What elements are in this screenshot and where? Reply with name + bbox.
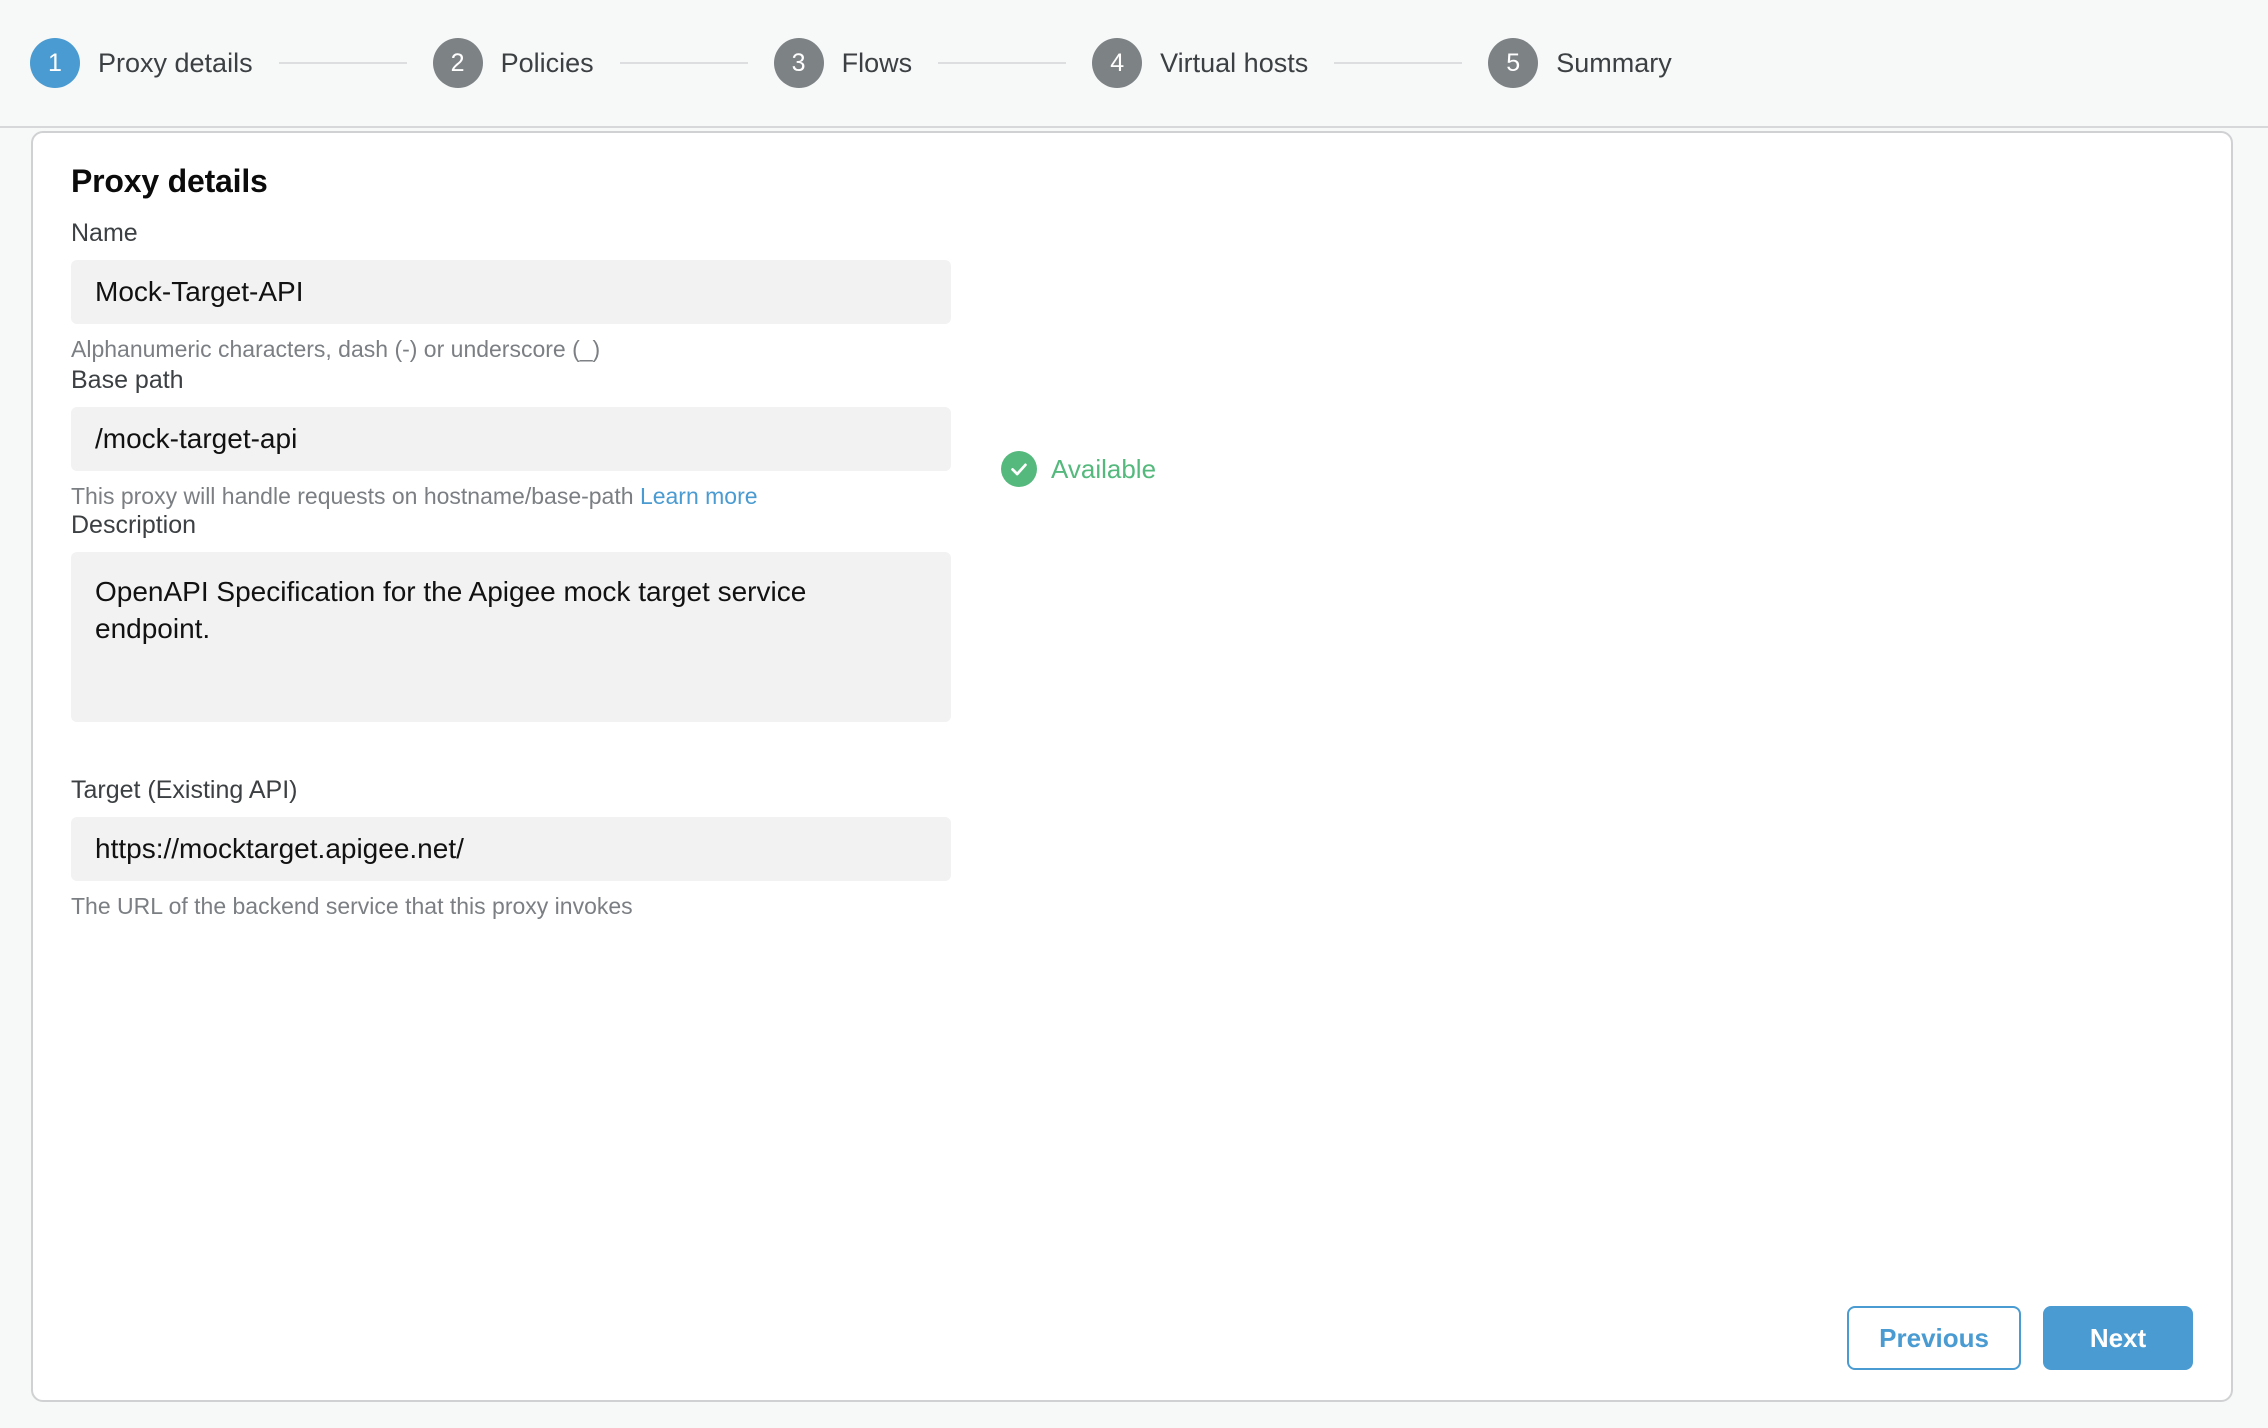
learn-more-link[interactable]: Learn more (640, 483, 758, 509)
step-label: Summary (1556, 47, 1672, 78)
step-summary[interactable]: 5 Summary (1488, 38, 1672, 88)
step-proxy-details[interactable]: 1 Proxy details (30, 38, 253, 88)
step-connector (938, 62, 1067, 64)
step-number-badge: 5 (1488, 38, 1539, 88)
step-policies[interactable]: 2 Policies (432, 38, 594, 88)
step-virtual-hosts[interactable]: 4 Virtual hosts (1092, 38, 1308, 88)
name-availability-status: Available (1001, 451, 1156, 487)
field-label-target: Target (Existing API) (71, 776, 298, 804)
field-hint-base-path: This proxy will handle requests on hostn… (71, 483, 951, 510)
field-description: Description (71, 511, 951, 722)
step-flows[interactable]: 3 Flows (773, 38, 913, 88)
field-hint-target: The URL of the backend service that this… (71, 893, 633, 919)
name-input[interactable] (71, 260, 951, 324)
step-number-badge: 3 (773, 38, 824, 88)
step-connector (1334, 62, 1463, 64)
step-number-badge: 4 (1092, 38, 1143, 88)
step-connector (278, 62, 407, 64)
step-label: Virtual hosts (1160, 47, 1309, 78)
status-badge: Available (1051, 453, 1157, 484)
field-label-description: Description (71, 511, 197, 539)
step-number-badge: 1 (30, 38, 80, 88)
step-label: Policies (500, 47, 594, 78)
field-label-base-path: Base path (71, 366, 184, 394)
field-name: Name Alphanumeric characters, dash (-) o… (71, 219, 951, 363)
check-circle-icon (1001, 451, 1037, 487)
field-hint-base-path-text: This proxy will handle requests on hostn… (71, 483, 634, 509)
previous-button[interactable]: Previous (1847, 1306, 2021, 1370)
step-connector (619, 62, 748, 64)
target-input[interactable] (71, 817, 951, 881)
step-number-badge: 2 (432, 38, 483, 88)
field-label-name: Name (71, 219, 138, 247)
step-label: Proxy details (98, 47, 253, 78)
field-hint-name: Alphanumeric characters, dash (-) or und… (71, 336, 601, 362)
next-button[interactable]: Next (2043, 1306, 2193, 1370)
description-textarea[interactable] (71, 552, 951, 722)
field-base-path: Base path This proxy will handle request… (71, 366, 951, 510)
field-target: Target (Existing API) The URL of the bac… (71, 776, 951, 920)
proxy-details-card: Proxy details Name Alphanumeric characte… (31, 131, 2233, 1402)
page-title: Proxy details (71, 163, 268, 199)
wizard-stepper: 1 Proxy details 2 Policies 3 Flows 4 Vir… (0, 0, 2268, 128)
step-label: Flows (841, 47, 913, 78)
wizard-footer: Previous Next (1847, 1306, 2193, 1370)
base-path-input[interactable] (71, 407, 951, 471)
